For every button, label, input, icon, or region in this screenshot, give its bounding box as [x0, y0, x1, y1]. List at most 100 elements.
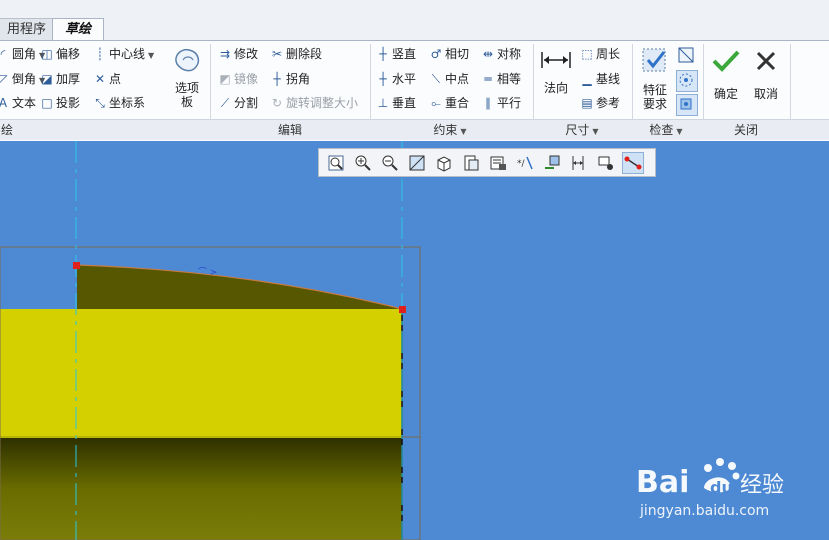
rotate-resize-icon: ↻ — [271, 96, 283, 110]
thicken-button[interactable]: ◪ 加厚 — [40, 69, 80, 89]
checkmark-icon — [708, 48, 744, 77]
display-style-icon — [437, 156, 451, 172]
view-manager-icon — [490, 156, 506, 170]
tab-applications[interactable]: 用程序 — [0, 18, 60, 41]
centerline-button[interactable]: ┊ 中心线 ▼ — [93, 44, 154, 64]
saved-orientations-button[interactable] — [460, 152, 482, 174]
delete-segment-icon: ✂ — [271, 47, 283, 61]
close-icon — [748, 48, 784, 77]
thicken-icon: ◪ — [41, 72, 53, 86]
reference-icon: ▤ — [581, 96, 593, 110]
horizontal-constraint-button[interactable]: ┼ 水平 — [376, 69, 416, 89]
corner-button[interactable]: ┼ 拐角 — [270, 69, 310, 89]
feature-requirements-icon — [638, 46, 672, 81]
modify-icon: ⇉ — [219, 47, 231, 61]
zoom-in-button[interactable] — [352, 152, 374, 174]
svg-text:经验: 经验 — [740, 473, 784, 498]
dimension-display-icon: */ — [517, 156, 533, 170]
symmetric-constraint-button[interactable]: ⇹ 对称 — [481, 44, 521, 64]
dimension-display-button[interactable]: */ — [514, 152, 536, 174]
baidu-logo: Bai du 经验 — [636, 452, 786, 505]
offset-icon: ◫ — [41, 47, 53, 61]
delete-segment-button[interactable]: ✂ 删除段 — [270, 44, 322, 64]
fillet-button[interactable]: ◜ 圆角 ▼ — [0, 44, 46, 64]
perimeter-button[interactable]: ⬚ 周长 — [580, 44, 620, 64]
ok-button[interactable]: 确定 — [708, 48, 744, 101]
shade-closed-loops-button[interactable] — [676, 94, 698, 116]
refit-icon — [328, 155, 344, 171]
symmetric-icon: ⇹ — [482, 47, 494, 61]
group-label-close: 关闭 — [733, 123, 758, 137]
divide-button[interactable]: ⟋ 分割 — [218, 93, 258, 113]
coincident-constraint-button[interactable]: ⟜ 重合 — [429, 93, 469, 113]
open-ends-icon — [679, 73, 693, 87]
offset-button[interactable]: ◫ 偏移 — [40, 44, 80, 64]
zoom-out-button[interactable] — [379, 152, 401, 174]
point-button[interactable]: ✕ 点 — [93, 69, 121, 89]
midpoint-icon: ⟍ — [431, 72, 441, 86]
vertex-display-button[interactable] — [595, 152, 617, 174]
repaint-icon — [409, 155, 425, 171]
baseline-icon: ▁ — [582, 72, 592, 86]
sketch-view-icon — [624, 156, 642, 170]
zoom-out-icon — [382, 155, 398, 171]
perimeter-icon: ⬚ — [581, 47, 593, 61]
group-label-inspect[interactable]: 检查 ▼ — [636, 121, 696, 138]
parallel-constraint-button[interactable]: ∥ 平行 — [481, 93, 521, 113]
text-button[interactable]: A 文本 — [0, 93, 36, 113]
sketch-vertex[interactable] — [73, 262, 80, 269]
perpendicular-constraint-button[interactable]: ⊥ 垂直 — [376, 93, 416, 113]
group-label-constrain[interactable]: 约束 ▼ — [420, 121, 480, 138]
zoom-in-icon — [355, 155, 371, 171]
grid-display-button[interactable] — [568, 152, 590, 174]
view-manager-button[interactable] — [487, 152, 509, 174]
group-label-dimension[interactable]: 尺寸 ▼ — [552, 121, 612, 138]
sketch-closed-region[interactable] — [77, 265, 402, 309]
group-label-sketch: 绘 — [0, 123, 13, 137]
palette-icon — [168, 46, 206, 79]
overlapping-geometry-button[interactable] — [677, 46, 697, 66]
tangent-icon: ♂ — [430, 47, 442, 61]
palette-button[interactable]: 选项板 — [168, 46, 206, 109]
corner-icon: ┼ — [273, 72, 281, 86]
feature-requirements-button[interactable]: 特征要求 — [638, 46, 672, 111]
coordinate-system-button[interactable]: ⤡ 坐标系 — [93, 93, 145, 113]
reference-button[interactable]: ▤ 参考 — [580, 93, 620, 113]
centerline-icon: ┊ — [96, 47, 104, 61]
parallel-icon: ∥ — [485, 96, 491, 110]
repaint-button[interactable] — [406, 152, 428, 174]
refit-button[interactable] — [325, 152, 347, 174]
rotate-resize-button: ↻ 旋转调整大小 — [270, 93, 358, 113]
highlight-open-ends-button[interactable] — [676, 70, 698, 92]
overlap-icon — [678, 47, 694, 63]
tab-sketch[interactable]: 草绘 — [52, 18, 105, 42]
sketch-view-button[interactable] — [622, 152, 644, 174]
normal-dimension-icon — [538, 50, 574, 73]
tangent-constraint-button[interactable]: ♂ 相切 — [429, 44, 469, 64]
chamfer-button[interactable]: ◸ 倒角 ▼ — [0, 69, 45, 89]
coordinate-system-icon: ⤡ — [95, 96, 105, 110]
svg-text:*/: */ — [517, 159, 526, 169]
baseline-button[interactable]: ▁ 基线 — [580, 69, 620, 89]
vertical-constraint-button[interactable]: ┼ 竖直 — [376, 44, 416, 64]
mirror-button: ◩ 镜像 — [218, 69, 258, 89]
chamfer-icon: ◸ — [0, 72, 8, 86]
watermark-url: jingyan.baidu.com — [640, 503, 770, 519]
constraint-display-button[interactable] — [541, 152, 563, 174]
normal-dimension-button[interactable]: 法向 — [538, 50, 574, 95]
project-icon: □ — [41, 96, 53, 110]
project-button[interactable]: □ 投影 — [40, 93, 80, 113]
point-icon: ✕ — [94, 72, 106, 86]
midpoint-constraint-button[interactable]: ⟍ 中点 — [429, 69, 469, 89]
modify-button[interactable]: ⇉ 修改 — [218, 44, 258, 64]
svg-text:du: du — [710, 478, 733, 497]
sketch-vertex[interactable] — [399, 306, 406, 313]
vertical-icon: ┼ — [379, 47, 387, 61]
coincident-icon: ⟜ — [431, 96, 441, 110]
display-style-button[interactable] — [433, 152, 455, 174]
closed-loops-icon — [680, 98, 692, 110]
in-graphics-toolbar: */ — [318, 148, 656, 177]
cancel-button[interactable]: 取消 — [748, 48, 784, 101]
equal-constraint-button[interactable]: ═ 相等 — [481, 69, 521, 89]
part-lower-body — [0, 438, 402, 540]
